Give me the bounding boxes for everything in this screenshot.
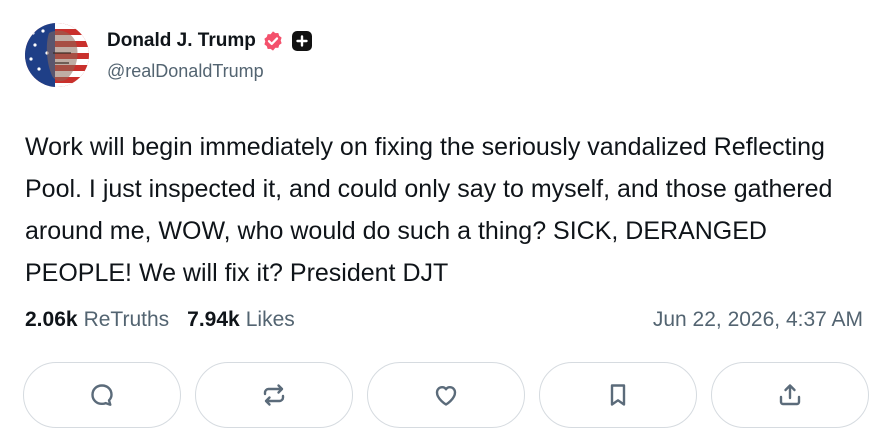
retruths-stat[interactable]: 2.06k ReTruths [25, 308, 169, 332]
avatar-image [25, 23, 89, 87]
share-button[interactable] [711, 362, 869, 428]
truth-post: Donald J. Trump @realDonaldTrump Work wi… [0, 0, 887, 437]
verified-badge-icon [262, 30, 284, 52]
like-button[interactable] [367, 362, 525, 428]
name-row: Donald J. Trump [107, 28, 312, 54]
action-bar [23, 362, 869, 428]
avatar[interactable] [25, 23, 89, 87]
post-timestamp[interactable]: Jun 22, 2026, 4:37 AM [653, 308, 863, 332]
reply-button[interactable] [23, 362, 181, 428]
author-identity: Donald J. Trump @realDonaldTrump [107, 23, 312, 82]
likes-stat[interactable]: 7.94k Likes [187, 308, 295, 332]
retruths-label: ReTruths [83, 308, 170, 331]
like-icon [435, 386, 457, 406]
likes-count: 7.94k [187, 308, 240, 331]
retruth-button[interactable] [195, 362, 353, 428]
bookmark-button[interactable] [539, 362, 697, 428]
share-icon [779, 384, 801, 406]
likes-label: Likes [245, 308, 295, 331]
bookmark-icon [610, 384, 626, 406]
post-stats: 2.06k ReTruths 7.94k Likes Jun 22, 2026,… [25, 308, 863, 332]
author-handle[interactable]: @realDonaldTrump [107, 61, 312, 82]
post-header: Donald J. Trump @realDonaldTrump [25, 23, 312, 87]
reply-icon [91, 384, 113, 406]
retruth-icon [263, 384, 285, 406]
retruths-count: 2.06k [25, 308, 78, 331]
post-text: Work will begin immediately on fixing th… [25, 133, 833, 287]
display-name[interactable]: Donald J. Trump [107, 30, 256, 52]
truth-plus-icon [291, 31, 312, 51]
